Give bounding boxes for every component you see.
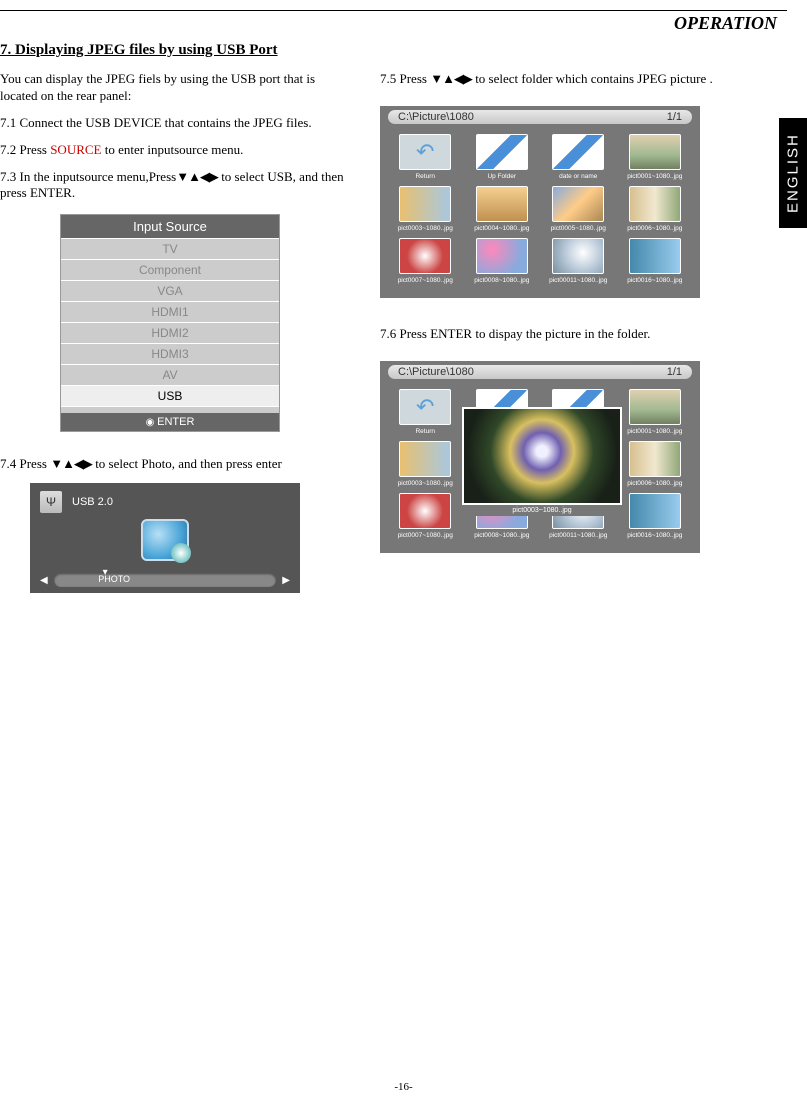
input-source-title: Input Source — [61, 215, 279, 238]
thumb-label: pict0006~1080..jpg — [620, 480, 691, 487]
thumb-label: pict0004~1080..jpg — [467, 225, 538, 232]
file-browser-1: C:\Picture\1080 1/1 Return Up Folder dat… — [380, 106, 700, 298]
step-7-6: 7.6 Press ENTER to dispay the picture in… — [380, 326, 787, 343]
intro-text: You can display the JPEG fiels by using … — [0, 71, 350, 105]
page-number: -16- — [0, 1081, 807, 1093]
step-7-4: 7.4 Press ▼▲◀▶ to select Photo, and then… — [0, 456, 350, 473]
jpeg-thumb[interactable] — [629, 441, 681, 477]
thumb-label: Return — [390, 428, 461, 435]
preview-image[interactable] — [462, 407, 622, 505]
thumb-label: pict0016~1080..jpg — [620, 277, 691, 284]
thumb-label: pict0005~1080..jpg — [543, 225, 614, 232]
input-source-item-tv[interactable]: TV — [61, 238, 279, 259]
thumb-label: pict0008~1080..jpg — [467, 532, 538, 539]
input-source-item-component[interactable]: Component — [61, 259, 279, 280]
arrow-icons: ▼▲◀▶ — [176, 169, 218, 184]
jpeg-thumb[interactable] — [552, 186, 604, 222]
jpeg-thumb[interactable] — [629, 238, 681, 274]
input-source-item-usb[interactable]: USB — [61, 385, 279, 406]
slider-right-arrow[interactable]: ▶ — [282, 575, 290, 586]
input-source-item-hdmi3[interactable]: HDMI3 — [61, 343, 279, 364]
thumb-label: pict0016~1080..jpg — [620, 532, 691, 539]
step-7-1: 7.1 Connect the USB DEVICE that contains… — [0, 115, 350, 132]
slider-photo-label: PHOTO — [98, 574, 130, 584]
up-folder-icon[interactable] — [476, 134, 528, 170]
file-browser-2: C:\Picture\1080 1/1 Return pict0001~1080… — [380, 361, 700, 553]
jpeg-thumb[interactable] — [552, 238, 604, 274]
step-7-3: 7.3 In the inputsource menu,Press▼▲◀▶ to… — [0, 169, 350, 203]
input-source-footer: ENTER — [61, 413, 279, 431]
input-source-item-hdmi2[interactable]: HDMI2 — [61, 322, 279, 343]
input-source-item-av[interactable]: AV — [61, 364, 279, 385]
thumb-label: pict0001~1080..jpg — [620, 173, 691, 180]
input-source-item-blank — [61, 406, 279, 413]
usb-label: USB 2.0 — [72, 496, 113, 508]
thumb-label: pict0003~1080..jpg — [390, 480, 461, 487]
thumb-label: pict0007~1080..jpg — [390, 532, 461, 539]
thumb-label: Up Folder — [467, 173, 538, 180]
step-7-5: 7.5 Press ▼▲◀▶ to select folder which co… — [380, 71, 787, 88]
step-7-2: 7.2 Press SOURCE to enter inputsource me… — [0, 142, 350, 159]
page-header: OPERATION — [0, 13, 787, 34]
thumb-label: pict0001~1080..jpg — [620, 428, 691, 435]
photo-app-icon[interactable] — [141, 519, 189, 561]
input-source-item-vga[interactable]: VGA — [61, 280, 279, 301]
arrow-icons: ▼▲◀▶ — [430, 71, 472, 86]
page-indicator: 1/1 — [667, 366, 682, 378]
path-text: C:\Picture\1080 — [398, 366, 474, 378]
jpeg-thumb[interactable] — [399, 238, 451, 274]
jpeg-thumb[interactable] — [629, 389, 681, 425]
section-heading: 7. Displaying JPEG files by using USB Po… — [0, 42, 787, 59]
jpeg-thumb[interactable] — [476, 238, 528, 274]
input-source-menu: Input Source TV Component VGA HDMI1 HDMI… — [60, 214, 280, 432]
usb-icon: Ψ — [40, 491, 62, 513]
thumb-label: pict00011~1080..jpg — [543, 532, 614, 539]
path-text: C:\Picture\1080 — [398, 111, 474, 123]
jpeg-thumb[interactable] — [629, 186, 681, 222]
return-icon[interactable] — [399, 134, 451, 170]
input-source-item-hdmi1[interactable]: HDMI1 — [61, 301, 279, 322]
thumb-label: pict0003~1080..jpg — [390, 225, 461, 232]
language-tab: ENGLISH — [779, 118, 807, 228]
jpeg-thumb[interactable] — [629, 493, 681, 529]
jpeg-thumb[interactable] — [629, 134, 681, 170]
thumb-label: pict0008~1080..jpg — [467, 277, 538, 284]
thumb-label: pict0007~1080..jpg — [390, 277, 461, 284]
jpeg-thumb[interactable] — [476, 186, 528, 222]
jpeg-thumb[interactable] — [399, 441, 451, 477]
sort-icon[interactable] — [552, 134, 604, 170]
return-icon[interactable] — [399, 389, 451, 425]
thumb-label: pict0006~1080..jpg — [620, 225, 691, 232]
preview-overlay: pict0003~1080..jpg — [462, 407, 622, 516]
preview-caption: pict0003~1080..jpg — [462, 505, 622, 516]
thumb-label: date or name — [543, 173, 614, 180]
jpeg-thumb[interactable] — [399, 493, 451, 529]
mode-slider[interactable]: ▾ PHOTO — [54, 573, 277, 587]
slider-left-arrow[interactable]: ◀ — [40, 575, 48, 586]
usb-panel: Ψ USB 2.0 ◀ ▾ PHOTO ▶ — [30, 483, 300, 593]
source-keyword: SOURCE — [50, 142, 101, 157]
page-indicator: 1/1 — [667, 111, 682, 123]
thumb-label: Return — [390, 173, 461, 180]
jpeg-thumb[interactable] — [399, 186, 451, 222]
arrow-icons: ▼▲◀▶ — [50, 456, 92, 471]
thumb-label: pict00011~1080..jpg — [543, 277, 614, 284]
